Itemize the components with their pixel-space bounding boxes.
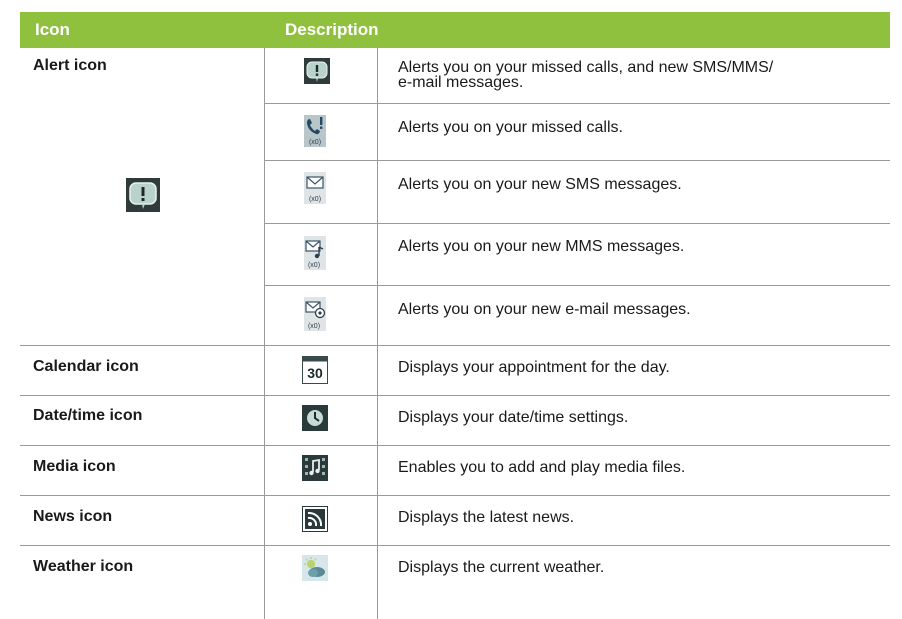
row-label-calendar: Calendar icon: [33, 358, 139, 375]
news-icon: [302, 506, 328, 532]
row-divider: [264, 103, 890, 104]
media-icon: [302, 455, 328, 481]
description-weather: Displays the current weather.: [398, 559, 605, 576]
weather-icon: [302, 555, 328, 581]
row-divider: [264, 223, 890, 224]
email-icon: (x0): [304, 297, 326, 331]
description-mms: Alerts you on your new MMS messages.: [398, 238, 685, 255]
description-media: Enables you to add and play media files.: [398, 459, 686, 476]
description-line: Alerts you on your missed calls, and new…: [398, 59, 774, 76]
description-sms: Alerts you on your new SMS messages.: [398, 176, 682, 193]
icon-badge-text: (x0): [309, 196, 321, 203]
description-missed-calls: Alerts you on your missed calls.: [398, 119, 623, 136]
calendar-icon: 30: [302, 356, 328, 384]
mms-icon: (x0): [304, 236, 326, 270]
column-divider-2: [377, 48, 378, 619]
description-column-header: Description: [285, 20, 379, 39]
clock-icon: [302, 405, 328, 431]
calendar-date-text: 30: [307, 365, 323, 381]
description-line: e-mail messages.: [398, 74, 524, 91]
description-news: Displays the latest news.: [398, 509, 575, 526]
row-label-datetime: Date/time icon: [33, 407, 143, 424]
icon-badge-text: (x0): [309, 139, 321, 146]
icon-badge-text: (x0): [308, 323, 320, 330]
icon-badge-text: (x0): [308, 262, 320, 269]
row-divider: [20, 395, 890, 396]
description-email: Alerts you on your new e-mail messages.: [398, 301, 691, 318]
icon-column-header: Icon: [35, 20, 70, 39]
row-divider: [264, 285, 890, 286]
row-label-news: News icon: [33, 508, 113, 525]
row-divider: [264, 160, 890, 161]
row-divider: [20, 445, 890, 446]
row-divider: [20, 495, 890, 496]
row-label-alert: Alert icon: [33, 57, 107, 74]
table-header: Icon Description: [20, 12, 890, 48]
row-divider: [20, 545, 890, 546]
description-alert-all: Alerts you on your missed calls, and new…: [398, 59, 774, 91]
row-divider: [20, 345, 890, 346]
alert-icon: [126, 178, 160, 212]
row-label-weather: Weather icon: [33, 558, 134, 575]
row-label-media: Media icon: [33, 458, 116, 475]
missed-call-icon: (x0): [304, 115, 326, 147]
sms-icon: (x0): [304, 172, 326, 204]
alert-icon: [304, 58, 330, 84]
description-calendar: Displays your appointment for the day.: [398, 359, 670, 376]
description-datetime: Displays your date/time settings.: [398, 409, 629, 426]
column-divider-1: [264, 48, 265, 619]
